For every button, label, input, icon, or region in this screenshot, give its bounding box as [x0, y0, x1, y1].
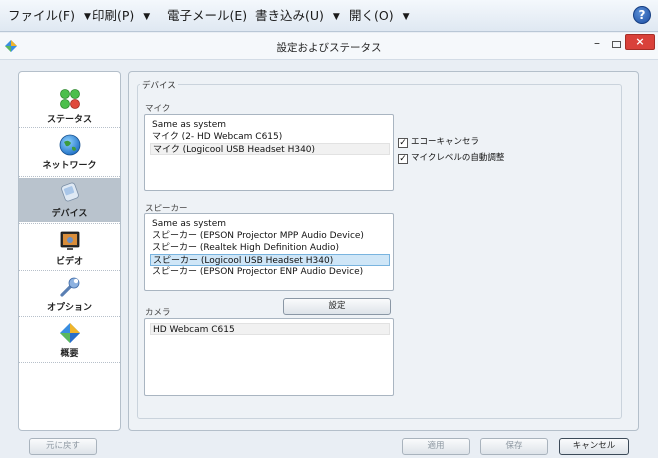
globe-icon: [59, 134, 81, 156]
cancel-button[interactable]: キャンセル: [559, 438, 629, 455]
nav-divider: [19, 176, 120, 177]
echo-cancel-checkbox[interactable]: ✓: [398, 138, 408, 148]
auto-gain-checkbox[interactable]: ✓: [398, 154, 408, 164]
speaker-list[interactable]: Same as system スピーカー (EPSON Projector MP…: [144, 213, 394, 291]
nav-item-network[interactable]: ネットワーク: [19, 130, 120, 174]
nav-item-video[interactable]: ビデオ: [19, 226, 120, 270]
list-item-selected[interactable]: スピーカー (Logicool USB Headset H340): [150, 254, 390, 266]
save-button[interactable]: 保存: [480, 438, 548, 455]
devices-group-title: デバイス: [140, 79, 178, 91]
menu-file[interactable]: ファイル(F) ▼: [8, 7, 91, 25]
menu-print[interactable]: 印刷(P) ▼: [92, 7, 150, 25]
nav-divider: [19, 127, 120, 128]
list-item-selected[interactable]: マイク (Logicool USB Headset H340): [150, 143, 390, 155]
nav-divider: [19, 223, 120, 224]
menu-open[interactable]: 開く(O) ▼: [349, 7, 410, 25]
list-item[interactable]: スピーカー (EPSON Projector ENP Audio Device): [150, 266, 363, 278]
apply-button[interactable]: 適用: [402, 438, 470, 455]
list-item[interactable]: マイク (2- HD Webcam C615): [150, 131, 282, 143]
status-lights-icon: [60, 89, 80, 109]
list-item-selected[interactable]: HD Webcam C615: [150, 323, 390, 335]
nav-item-devices-label: デバイス: [51, 209, 88, 219]
wrench-icon: [60, 277, 80, 297]
nav-item-about-label: 概要: [60, 349, 79, 359]
help-icon[interactable]: ?: [633, 6, 651, 24]
about-icon: [60, 323, 80, 343]
menubar: ファイル(F) ▼ 印刷(P) ▼ 電子メール(E) 書き込み(U) ▼ 開く(O) ▼…: [0, 0, 658, 32]
menu-burn-label: 書き込み(U): [255, 8, 324, 23]
menu-print-label: 印刷(P): [92, 8, 135, 23]
settings-nav: ステータス ネットワーク デバイス ビデオ オプション 概要: [18, 71, 121, 431]
auto-gain-option[interactable]: ✓ マイクレベルの自動調整: [398, 152, 504, 164]
nav-divider: [19, 362, 120, 363]
chevron-down-icon: ▼: [83, 12, 91, 22]
mic-list[interactable]: Same as system マイク (2- HD Webcam C615) マ…: [144, 114, 394, 191]
chevron-down-icon: ▼: [332, 12, 340, 22]
menu-file-label: ファイル(F): [8, 8, 75, 23]
list-item[interactable]: Same as system: [150, 119, 226, 131]
chevron-down-icon: ▼: [143, 12, 151, 22]
mic-label: マイク: [145, 104, 171, 114]
nav-item-options[interactable]: オプション: [19, 272, 120, 316]
menu-open-label: 開く(O): [349, 8, 394, 23]
echo-cancel-label: エコーキャンセラ: [411, 137, 480, 147]
camera-settings-button[interactable]: 設定: [283, 298, 391, 315]
echo-cancel-option[interactable]: ✓ エコーキャンセラ: [398, 136, 479, 148]
nav-item-status-label: ステータス: [46, 115, 92, 125]
nav-divider: [19, 316, 120, 317]
maximize-button[interactable]: [612, 41, 621, 48]
nav-item-about[interactable]: 概要: [19, 318, 120, 362]
menu-email[interactable]: 電子メール(E): [167, 7, 247, 25]
list-item[interactable]: スピーカー (EPSON Projector MPP Audio Device): [150, 230, 364, 242]
nav-item-devices[interactable]: デバイス: [19, 178, 120, 222]
window-titlebar: 設定およびステータス – ×: [0, 33, 658, 60]
menu-burn[interactable]: 書き込み(U) ▼: [255, 7, 340, 25]
chevron-down-icon: ▼: [402, 12, 410, 22]
camera-label: カメラ: [145, 308, 171, 318]
nav-item-network-label: ネットワーク: [42, 161, 97, 171]
minimize-button[interactable]: –: [590, 36, 604, 52]
close-button[interactable]: ×: [625, 34, 655, 50]
menu-email-label: 電子メール(E): [167, 8, 248, 23]
reset-button[interactable]: 元に戻す: [29, 438, 97, 455]
list-item[interactable]: Same as system: [150, 218, 226, 230]
nav-item-video-label: ビデオ: [55, 257, 83, 267]
list-item[interactable]: スピーカー (Realtek High Definition Audio): [150, 242, 339, 254]
nav-divider: [19, 270, 120, 271]
camera-list[interactable]: HD Webcam C615: [144, 318, 394, 396]
auto-gain-label: マイクレベルの自動調整: [411, 153, 505, 163]
device-icon: [61, 182, 79, 202]
monitor-icon: [60, 231, 80, 250]
nav-item-status[interactable]: ステータス: [19, 84, 120, 128]
window-title: 設定およびステータス: [276, 42, 382, 54]
nav-item-options-label: オプション: [46, 303, 92, 313]
